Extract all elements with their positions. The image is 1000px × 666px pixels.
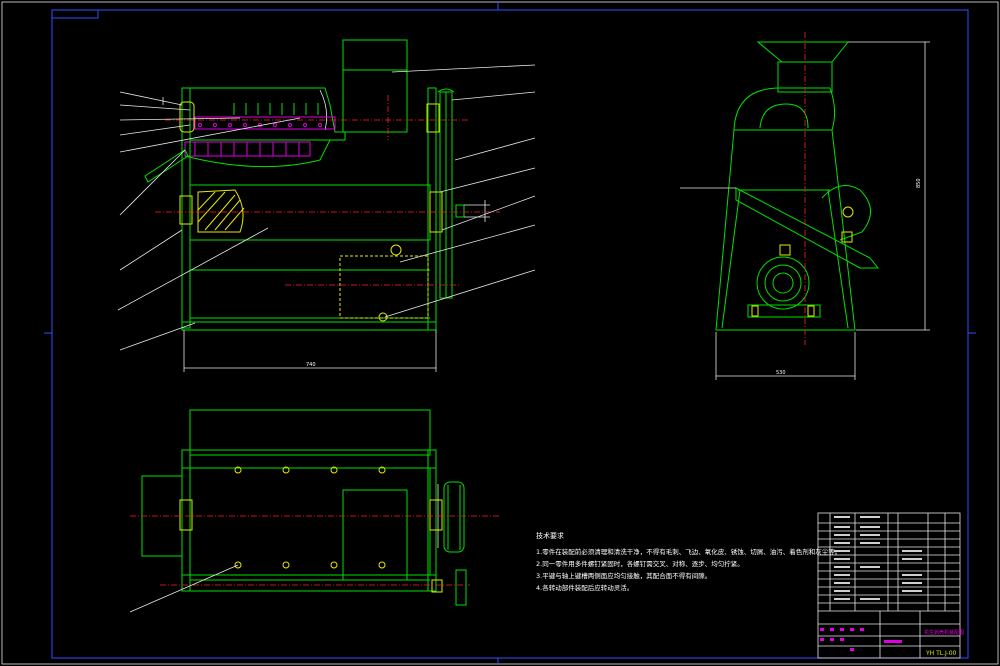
side-view: 530 850 xyxy=(680,32,930,380)
title-block: 花生剥壳机装配图 YH TL.J-00 xyxy=(817,512,964,659)
requirement-item: 1.零件在装配前必须清理和清洗干净，不得有毛刺、飞边、氧化皮、锈蚀、切屑、油污、… xyxy=(536,548,842,556)
requirement-item: 4.各转动部件装配后应转动灵活。 xyxy=(536,584,634,592)
sheet-outer-border xyxy=(1,1,999,665)
svg-text:530: 530 xyxy=(776,370,786,376)
svg-text:850: 850 xyxy=(916,178,922,188)
technical-requirements-heading: 技术要求 xyxy=(536,532,564,540)
cad-drawing: 740 530 850 花生剥壳机装配图 YH TL.J-00 xyxy=(1,1,999,665)
drawing-number: YH TL.J-00 xyxy=(925,650,957,657)
requirement-item: 2.同一零件用多件螺钉紧固时，各螺钉需交叉、对称、逐步、均匀拧紧。 xyxy=(536,560,744,568)
cad-drawing-canvas: 740 530 850 花生剥壳机装配图 YH TL.J-00 技术要求 1.零… xyxy=(0,0,1000,666)
front-view: 740 xyxy=(117,39,536,372)
svg-text:740: 740 xyxy=(306,362,316,368)
drawing-title: 花生剥壳机装配图 xyxy=(924,629,964,636)
technical-requirements: 技术要求 1.零件在装配前必须清理和清洗干净，不得有毛刺、飞边、氧化皮、锈蚀、切… xyxy=(536,530,842,594)
sheet-inner-border xyxy=(51,9,969,659)
requirement-item: 3.平键与轴上键槽两侧面应均匀接触，其配合面不得有间隙。 xyxy=(536,572,712,580)
top-view xyxy=(129,409,500,613)
